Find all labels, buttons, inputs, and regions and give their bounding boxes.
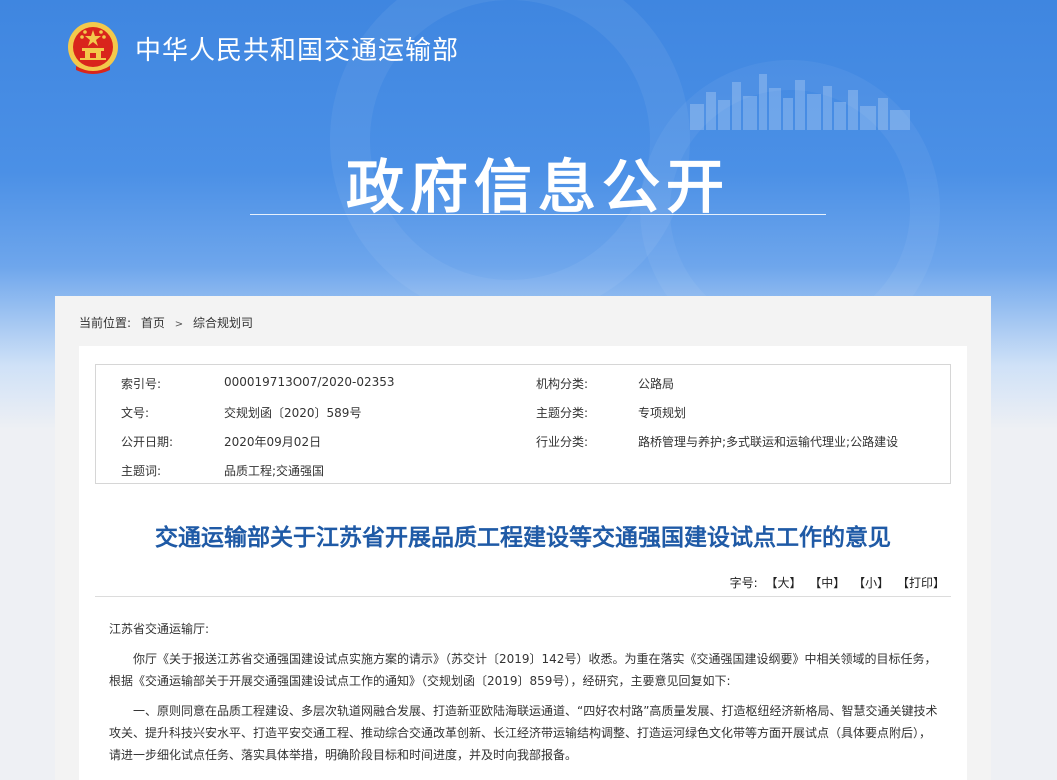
breadcrumb: 当前位置: 首页 > 综合规划司 (79, 314, 259, 331)
breadcrumb-label: 当前位置: (79, 316, 132, 330)
doc-number-label: 文号: (121, 406, 150, 420)
metadata-row: 文号: 交规划函〔2020〕589号 主题分类: 专项规划 (96, 396, 950, 425)
index-number-value: 000019713O07/2020-02353 (224, 375, 395, 389)
topic-category-value: 专项规划 (638, 406, 687, 420)
content-panel: 当前位置: 首页 > 综合规划司 索引号: 000019713O07/2020-… (55, 296, 991, 780)
industry-category-value: 路桥管理与养护;多式联运和运输代理业;公路建设 (638, 435, 899, 449)
site-name[interactable]: 中华人民共和国交通运输部 (135, 30, 459, 67)
font-medium-button[interactable]: 【中】 (809, 576, 845, 590)
banner-title: 政府信息公开 (345, 153, 730, 221)
breadcrumb-item-department[interactable]: 综合规划司 (193, 316, 253, 330)
title-underline (250, 214, 826, 215)
metadata-row: 主题词: 品质工程;交通强国 (96, 454, 950, 483)
metadata-table: 索引号: 000019713O07/2020-02353 机构分类: 公路局 文… (95, 364, 951, 484)
font-large-button[interactable]: 【大】 (765, 576, 801, 590)
body-paragraph: 你厅《关于报送江苏省交通强国建设试点实施方案的请示》（苏交计〔2019〕142号… (109, 652, 937, 688)
document-card: 索引号: 000019713O07/2020-02353 机构分类: 公路局 文… (79, 346, 967, 780)
font-small-button[interactable]: 【小】 (853, 576, 889, 590)
topic-category-label: 主题分类: (536, 406, 589, 420)
city-skyline-graphic (690, 74, 910, 130)
body-paragraph: 一、原则同意在品质工程建设、多层次轨道网融合发展、打造新亚欧陆海联运通道、“四好… (109, 704, 938, 762)
print-button[interactable]: 【打印】 (897, 576, 945, 590)
doc-number-value: 交规划函〔2020〕589号 (224, 406, 362, 420)
keywords-label: 主题词: (121, 464, 162, 478)
national-emblem-icon (68, 22, 118, 74)
publish-date-value: 2020年09月02日 (224, 435, 322, 449)
font-size-controls: 字号: 【大】 【中】 【小】 【打印】 (726, 574, 945, 591)
breadcrumb-separator: > (174, 319, 184, 330)
breadcrumb-item-home[interactable]: 首页 (141, 316, 165, 330)
agency-category-label: 机构分类: (536, 377, 589, 391)
font-size-label: 字号: (729, 576, 758, 590)
metadata-row: 索引号: 000019713O07/2020-02353 机构分类: 公路局 (96, 367, 950, 396)
index-number-label: 索引号: (121, 377, 162, 391)
document-body: 江苏省交通运输厅: 你厅《关于报送江苏省交通强国建设试点实施方案的请示》（苏交计… (109, 618, 939, 774)
metadata-row: 公开日期: 2020年09月02日 行业分类: 路桥管理与养护;多式联运和运输代… (96, 425, 950, 454)
agency-category-value: 公路局 (638, 377, 675, 391)
divider (95, 596, 951, 597)
salutation: 江苏省交通运输厅: (109, 622, 210, 636)
publish-date-label: 公开日期: (121, 435, 174, 449)
document-title: 交通运输部关于江苏省开展品质工程建设等交通强国建设试点工作的意见 (155, 525, 891, 551)
keywords-value: 品质工程;交通强国 (224, 464, 325, 478)
industry-category-label: 行业分类: (536, 435, 589, 449)
